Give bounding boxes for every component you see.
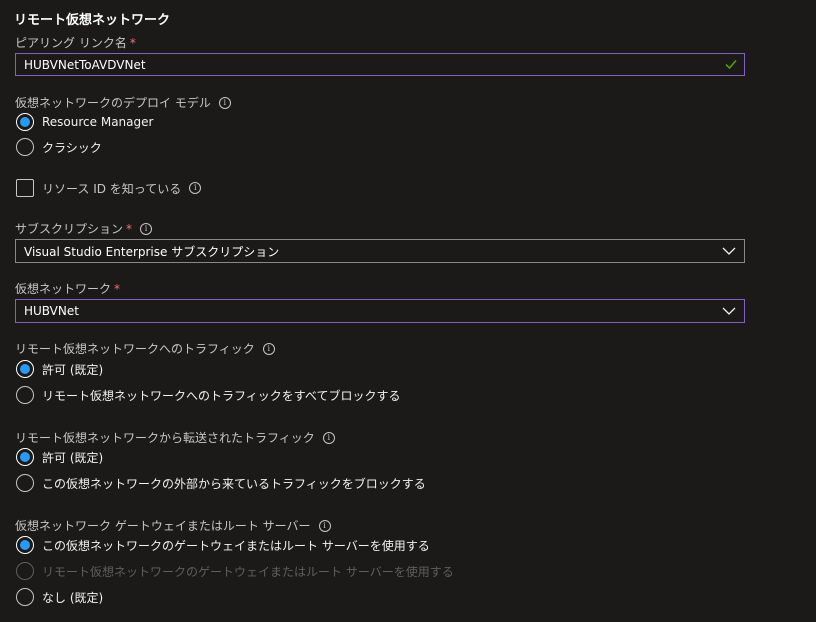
radio-button[interactable] [16,588,34,606]
virtual-network-label: 仮想ネットワーク [15,282,112,296]
forwarded-traffic-label-row: リモート仮想ネットワークから転送されたトラフィック i [15,429,335,446]
forwarded-traffic-label: リモート仮想ネットワークから転送されたトラフィック [15,431,315,445]
radio-button[interactable] [16,536,34,554]
radio-button[interactable] [16,360,34,378]
radio-label: なし (既定) [42,590,104,605]
info-icon[interactable]: i [318,519,331,532]
gateway-label: 仮想ネットワーク ゲートウェイまたはルート サーバー [15,519,311,533]
resource-id-checkbox-row[interactable]: リソース ID を知っている i [16,179,202,197]
chevron-down-icon [722,245,736,260]
subscription-label-row: サブスクリプション * i [15,220,153,237]
radio-gateway-none[interactable]: なし (既定) [16,588,103,606]
traffic-to-remote-label-row: リモート仮想ネットワークへのトラフィック i [15,340,275,357]
section-title: リモート仮想ネットワーク [14,13,171,28]
peering-link-label-row: ピアリング リンク名 * [15,34,136,51]
resource-id-checkbox-label: リソース ID を知っている [42,181,182,196]
radio-label: Resource Manager [42,115,154,129]
radio-label: 許可 (既定) [42,362,104,377]
subscription-value: Visual Studio Enterprise サブスクリプション [24,244,280,259]
radio-button[interactable] [16,474,34,492]
virtual-network-dropdown[interactable]: HUBVNet [15,299,745,323]
info-icon[interactable]: i [218,96,231,109]
virtual-network-value: HUBVNet [24,304,79,318]
resource-id-checkbox[interactable] [16,179,34,197]
radio-button[interactable] [16,448,34,466]
radio-forwarded-block[interactable]: この仮想ネットワークの外部から来ているトラフィックをブロックする [16,474,426,492]
radio-traffic-allow[interactable]: 許可 (既定) [16,360,103,378]
required-marker: * [114,281,121,296]
radio-resource-manager[interactable]: Resource Manager [16,113,153,131]
virtual-network-label-row: 仮想ネットワーク * [15,280,120,297]
radio-gateway-use-this[interactable]: この仮想ネットワークのゲートウェイまたはルート サーバーを使用する [16,536,430,554]
peering-link-name-input[interactable]: HUBVNetToAVDVNet [15,53,745,76]
radio-label: クラシック [42,140,102,155]
radio-forwarded-allow[interactable]: 許可 (既定) [16,448,103,466]
peering-link-label: ピアリング リンク名 [15,36,127,50]
radio-button [16,562,34,580]
radio-traffic-block[interactable]: リモート仮想ネットワークへのトラフィックをすべてブロックする [16,386,400,404]
radio-gateway-use-remote: リモート仮想ネットワークのゲートウェイまたはルート サーバーを使用する [16,562,454,580]
radio-label: 許可 (既定) [42,450,104,465]
checkmark-icon [724,57,738,74]
subscription-label: サブスクリプション [15,222,124,236]
required-marker: * [129,35,136,50]
info-icon[interactable]: i [140,222,153,235]
gateway-label-row: 仮想ネットワーク ゲートウェイまたはルート サーバー i [15,517,331,534]
radio-label: リモート仮想ネットワークへのトラフィックをすべてブロックする [42,388,401,403]
info-icon[interactable]: i [322,431,335,444]
deployment-model-label: 仮想ネットワークのデプロイ モデル [15,96,211,110]
info-icon[interactable]: i [189,182,202,194]
required-marker: * [126,221,133,236]
radio-button[interactable] [16,113,34,131]
info-icon[interactable]: i [262,342,275,355]
deployment-model-label-row: 仮想ネットワークのデプロイ モデル i [15,94,231,111]
subscription-dropdown[interactable]: Visual Studio Enterprise サブスクリプション [15,239,745,263]
radio-label: リモート仮想ネットワークのゲートウェイまたはルート サーバーを使用する [42,564,454,579]
radio-label: この仮想ネットワークの外部から来ているトラフィックをブロックする [42,476,426,491]
radio-label: この仮想ネットワークのゲートウェイまたはルート サーバーを使用する [42,538,430,553]
radio-button[interactable] [16,138,34,156]
peering-link-name-value: HUBVNetToAVDVNet [24,57,146,72]
traffic-to-remote-label: リモート仮想ネットワークへのトラフィック [15,342,255,356]
radio-classic[interactable]: クラシック [16,138,102,156]
radio-button[interactable] [16,386,34,404]
chevron-down-icon [722,305,736,320]
